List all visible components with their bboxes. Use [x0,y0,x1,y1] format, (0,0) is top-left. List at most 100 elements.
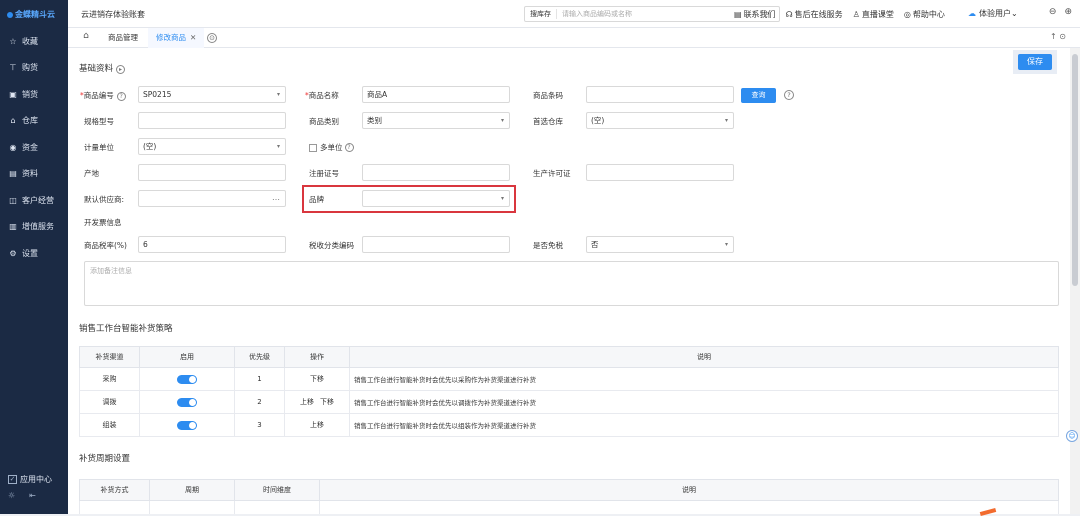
desc-cell: 销售工作台进行智能补货时会优先以组装作为补货渠道进行补货 [349,413,1059,437]
edit-product-form: 基础资料 ▸ 保存 *商品编号? SP0215 ▾ *商品名称 商品A 商品条码 查… [68,48,1070,514]
move-up-link[interactable]: 上移 [300,398,314,406]
page-scrollbar[interactable] [1070,48,1080,514]
tab-edit-product[interactable]: 修改商品 ✕ [148,28,205,48]
help-icon[interactable]: ? [784,90,794,100]
category-select[interactable]: 类别 ▾ [362,112,510,129]
channel-cell: 采购 [79,367,140,391]
chat-assistant-icon[interactable]: ☺ [1066,430,1078,442]
multi-unit-checkbox[interactable]: 多单位? [309,142,354,153]
person-icon: ♙ [852,10,860,19]
move-down-link[interactable]: 下移 [320,398,334,406]
remark-textarea[interactable]: 添加备注信息 [84,261,1059,306]
app-logo[interactable]: 金蝶精斗云 [7,9,55,20]
origin-label: 产地 [84,169,99,178]
channel-cell: 组装 [79,413,140,437]
back-icon[interactable]: ⊖ [1049,7,1057,17]
enable-toggle[interactable] [177,420,197,430]
spec-label: 规格型号 [84,117,114,126]
column-header: 启用 [139,346,235,368]
dropdown-arrow-icon: ▾ [500,117,504,124]
data-icon: ▤ [9,169,17,179]
collapse-up-icon[interactable]: ↑ ⊙ [1050,32,1066,41]
after-sales-link[interactable]: ☊ 售后在线服务 [786,9,843,20]
table-row: 调拨 2 上移 下移 销售工作台进行智能补货时会优先以调拨作为补货渠道进行补货 [79,390,1059,414]
enable-toggle[interactable] [177,374,197,384]
brand-select[interactable]: ▾ [362,190,510,207]
tax-code-input[interactable] [362,236,510,253]
sidebar-item-funds[interactable]: ◉ 资金 [0,134,68,161]
tab-product-management[interactable]: 商品管理 [100,28,146,48]
help-icon[interactable]: ? [344,143,354,152]
move-up-link[interactable]: 上移 [310,421,324,429]
save-button[interactable]: 保存 [1018,54,1052,70]
contact-link[interactable]: ▤ 联系我们 [734,9,776,20]
channel-cell: 调拨 [79,390,140,414]
chevron-down-icon: ⌄ [1011,9,1018,18]
sidebar-item-customer[interactable]: ◫ 客户经营 [0,187,68,214]
column-header: 周期 [149,479,235,501]
supplier-input[interactable]: … [138,190,286,207]
sidebar-item-data[interactable]: ▤ 资料 [0,161,68,188]
reg-cert-input[interactable] [362,164,510,181]
brand-label: 品牌 [309,195,324,204]
close-icon[interactable]: ✕ [190,33,196,42]
code-input[interactable]: SP0215 ▾ [138,86,286,103]
help-center-link[interactable]: ◎ 帮助中心 [904,9,945,20]
customer-icon: ◫ [9,195,17,205]
compass-icon: ◎ [903,10,911,19]
tax-exempt-label: 是否免税 [533,241,563,250]
message-icon: ▤ [734,10,742,19]
name-label: *商品名称 [305,91,339,100]
sales-icon: ▣ [9,89,17,99]
sidebar-item-sales[interactable]: ▣ 销货 [0,81,68,108]
sidebar-item-settings[interactable]: ⚙ 设置 [0,240,68,267]
barcode-input[interactable] [586,86,734,103]
app-center-button[interactable]: ✓ 应用中心 [8,474,64,485]
enable-toggle[interactable] [177,397,197,407]
checkbox-box[interactable] [309,143,317,152]
dropdown-arrow-icon: ▾ [500,195,504,202]
column-header: 优先级 [234,346,285,368]
table-row [79,500,1059,514]
priority-cell: 1 [234,367,285,391]
live-class-link[interactable]: ♙ 直播课堂 [853,9,894,20]
add-icon[interactable]: ⊕ [1064,7,1072,17]
ops-cell: 上移 [284,413,350,437]
move-down-link[interactable]: 下移 [310,375,324,383]
help-icon[interactable]: ? [116,92,126,101]
more-tabs-icon[interactable]: ⊙ [207,33,217,43]
barcode-label: 商品条码 [533,91,563,100]
scrollbar-thumb[interactable] [1072,54,1078,286]
name-input[interactable]: 商品A [362,86,510,103]
info-toggle-icon[interactable]: ▸ [116,65,126,74]
query-button[interactable]: 查询 [741,88,776,103]
user-menu[interactable]: ☁ 体验用户 ⌄ [968,8,1018,19]
dropdown-arrow-icon: ▾ [724,117,728,124]
tax-rate-input[interactable]: 6 [138,236,286,253]
category-label: 商品类别 [309,117,339,126]
column-header: 说明 [319,479,1059,501]
basic-info-title: 基础资料 ▸ [79,62,126,74]
search-scope-select[interactable]: 搜库存 [525,9,557,19]
sidebar-item-value-added[interactable]: ▥ 增值服务 [0,214,68,241]
ops-cell: 下移 [284,367,350,391]
preferred-warehouse-select[interactable]: (空) ▾ [586,112,734,129]
collapse-sidebar-icon[interactable]: ⇤ [29,491,36,500]
tax-exempt-select[interactable]: 否 ▾ [586,236,734,253]
theme-icon[interactable]: ☼ [8,491,15,500]
top-header: 云进销存体验账套 搜库存 请输入商品编码或名称 ⌕ ▤ 联系我们 ☊ 售后在线服务 … [68,0,1080,28]
more-icon[interactable]: … [272,190,280,205]
sidebar-item-warehouse[interactable]: ⌂ 仓库 [0,108,68,135]
origin-input[interactable] [138,164,286,181]
home-icon[interactable]: ⌂ [78,31,94,45]
dropdown-arrow-icon: ▾ [724,241,728,248]
sidebar-item-favorites[interactable]: ☆ 收藏 [0,28,68,55]
unit-select[interactable]: (空) ▾ [138,138,286,155]
spec-input[interactable] [138,112,286,129]
license-input[interactable] [586,164,734,181]
cart-icon: ⊤ [9,63,17,73]
column-header: 补货方式 [79,479,150,501]
sidebar-item-purchase[interactable]: ⊤ 购货 [0,55,68,82]
cycle-table: 补货方式 周期 时间维度 说明 [79,479,1059,514]
logo-mark-icon [7,11,13,18]
